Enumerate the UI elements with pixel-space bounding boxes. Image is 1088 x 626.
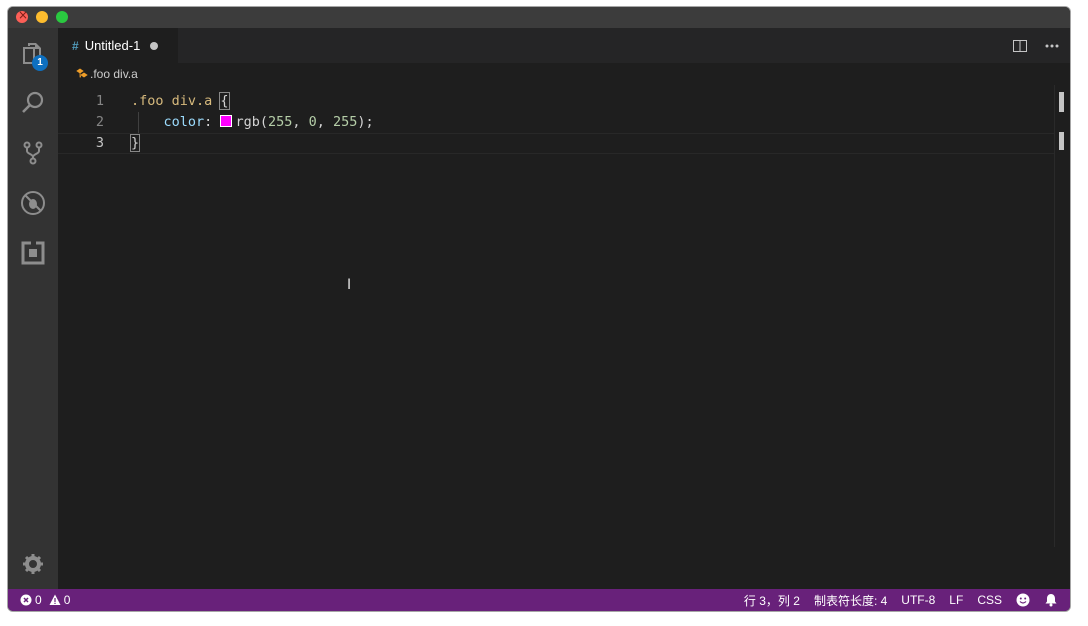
line-number: 3 (95, 135, 104, 151)
code-line-current: 3 } (58, 133, 1054, 154)
red-value: 255 (267, 114, 293, 130)
color-swatch[interactable] (220, 115, 233, 127)
file-encoding[interactable]: UTF-8 (901, 593, 935, 607)
debug-icon[interactable] (8, 178, 58, 228)
maximize-window-button[interactable] (56, 11, 68, 23)
scrollbar-marker (1059, 132, 1064, 150)
title-bar (8, 7, 1070, 28)
notifications-bell-icon[interactable] (1044, 593, 1058, 607)
settings-gear-icon[interactable] (8, 539, 58, 589)
code-line: 1 .foo div.a { (58, 91, 1054, 112)
text-cursor-icon: Ι (347, 277, 352, 293)
tab-untitled-1[interactable]: # Untitled-1 (58, 28, 178, 63)
more-actions-icon[interactable] (1042, 36, 1062, 56)
vertical-scrollbar[interactable] (1054, 85, 1069, 547)
error-icon (20, 594, 32, 606)
vscode-window: 1 # Untitled-1 (8, 7, 1070, 611)
blue-value: 255 (333, 114, 358, 130)
line-number: 2 (95, 114, 104, 130)
language-mode[interactable]: CSS (977, 593, 1002, 607)
warnings-indicator[interactable]: 0 (49, 593, 71, 607)
editor-tab-bar: # Untitled-1 (58, 28, 1070, 63)
warning-icon (49, 594, 61, 605)
explorer-icon[interactable]: 1 (8, 28, 58, 78)
search-icon[interactable] (8, 78, 58, 128)
indent-guide (138, 112, 139, 133)
separator: , (316, 114, 334, 130)
css-selector: .foo div.a (131, 93, 213, 109)
source-control-icon[interactable] (8, 128, 58, 178)
colon: : (204, 114, 213, 130)
open-brace: { (219, 92, 230, 110)
green-value: 0 (308, 114, 317, 130)
separator: , (292, 114, 309, 130)
code-line: 2 color: rgb(255, 0, 255); (58, 112, 1054, 133)
close-brace: } (129, 134, 141, 152)
minimize-window-button[interactable] (36, 11, 48, 23)
explorer-badge: 1 (32, 55, 48, 71)
symbol-class-icon (76, 68, 88, 78)
breadcrumb-selector[interactable]: .foo div.a (90, 67, 138, 81)
scrollbar-marker (1059, 92, 1064, 112)
close-window-button[interactable] (16, 8, 28, 23)
breadcrumb: .foo div.a (58, 63, 1070, 85)
split-editor-icon[interactable] (1010, 36, 1030, 56)
unsaved-dot-icon[interactable] (150, 41, 159, 50)
indentation-setting[interactable]: 制表符长度: 4 (814, 592, 887, 609)
end-of-line[interactable]: LF (949, 593, 963, 607)
status-bar: 0 0 行 3，列 2 制表符长度: 4 UTF-8 LF CSS (8, 589, 1070, 611)
feedback-smiley-icon[interactable] (1016, 593, 1030, 607)
line-content: .foo div.a { (131, 91, 230, 112)
line-number: 1 (95, 93, 104, 109)
error-count: 0 (35, 593, 42, 607)
problems-indicator[interactable]: 0 (20, 593, 42, 607)
line-content: } (129, 134, 141, 153)
code-editor[interactable]: 1 .foo div.a { 2 color: rgb(255, 0, 255)… (58, 85, 1070, 589)
cursor-position[interactable]: 行 3，列 2 (744, 592, 800, 609)
tab-title: Untitled-1 (84, 38, 141, 53)
activity-bar: 1 (8, 28, 58, 589)
warning-count: 0 (63, 593, 71, 607)
css-file-icon: # (72, 38, 79, 53)
line-content: color: rgb(255, 0, 255); (131, 112, 374, 133)
extensions-icon[interactable] (8, 228, 58, 278)
css-property: color (163, 114, 205, 130)
statement-end: ); (357, 114, 374, 130)
rgb-func: rgb( (235, 114, 268, 130)
